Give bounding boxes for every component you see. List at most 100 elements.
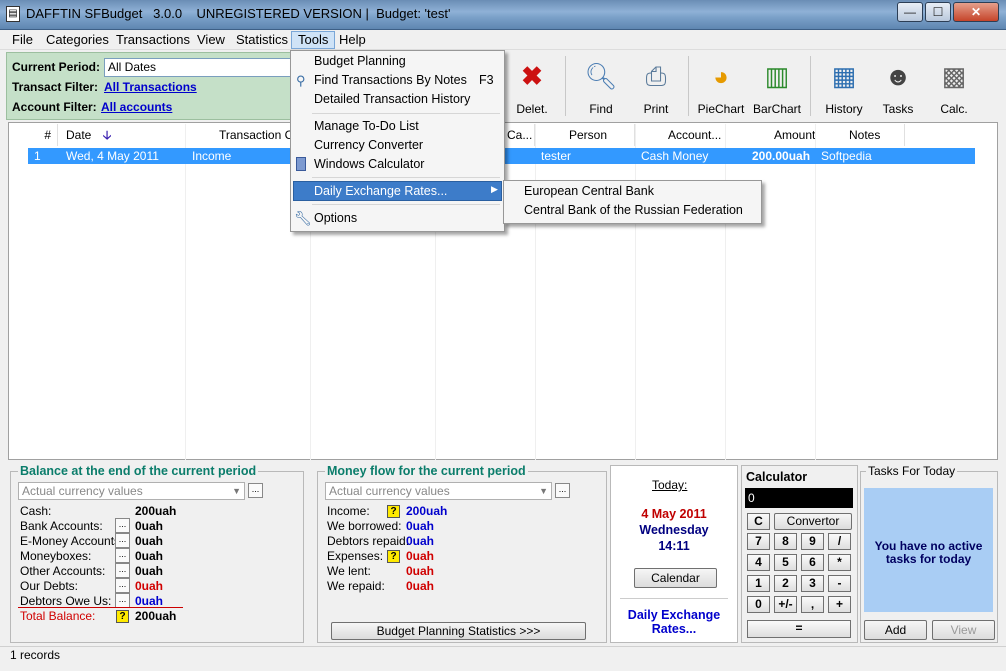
menu-transactions[interactable]: Transactions: [110, 32, 196, 50]
question-icon[interactable]: ?: [387, 505, 400, 518]
calc-key-equals[interactable]: =: [747, 620, 851, 638]
row-date: Wed, 4 May 2011: [66, 149, 159, 163]
calc-key-negate[interactable]: +/-: [774, 596, 797, 613]
menu-windows-calculator[interactable]: Windows Calculator: [314, 155, 424, 173]
calc-key-8[interactable]: 8: [774, 533, 797, 550]
history-button[interactable]: ▦ History: [814, 52, 874, 120]
menu-options[interactable]: Options: [314, 209, 357, 227]
calc-clear-button[interactable]: C: [747, 513, 770, 530]
menu-find-by-notes[interactable]: Find Transactions By Notes: [314, 71, 467, 89]
menu-view[interactable]: View: [191, 32, 231, 50]
grid-line: [635, 124, 636, 460]
calc-key-comma[interactable]: ,: [801, 596, 824, 613]
calc-key-9[interactable]: 9: [801, 533, 824, 550]
tasks-button[interactable]: ☻ Tasks: [868, 52, 928, 120]
title-bar[interactable]: ▤ DAFFTIN SFBudget 3.0.0 UNREGISTERED VE…: [0, 0, 1006, 30]
menu-detailed-history[interactable]: Detailed Transaction History: [314, 90, 470, 108]
emoney-details-button[interactable]: ...: [115, 533, 130, 548]
calc-key-1[interactable]: 1: [747, 575, 770, 592]
calc-key-6[interactable]: 6: [801, 554, 824, 571]
col-header-subcategory[interactable]: Ca...: [503, 124, 535, 146]
calculator-display[interactable]: 0: [745, 488, 853, 508]
view-task-button[interactable]: View: [932, 620, 995, 640]
submenu-ecb[interactable]: European Central Bank: [524, 182, 654, 200]
close-button[interactable]: ✕: [953, 2, 999, 22]
balance-title: Balance at the end of the current period: [18, 464, 259, 478]
today-date: 4 May 2011: [641, 507, 707, 521]
maximize-button[interactable]: ☐: [925, 2, 951, 22]
submenu-cbr[interactable]: Central Bank of the Russian Federation: [524, 201, 743, 219]
calc-key-plus[interactable]: +: [828, 596, 851, 613]
menu-separator: [312, 204, 500, 205]
menu-statistics[interactable]: Statistics: [230, 32, 294, 50]
question-icon[interactable]: ?: [116, 610, 129, 623]
calc-key-divide[interactable]: /: [828, 533, 851, 550]
calc-convertor-button[interactable]: Convertor: [774, 513, 852, 530]
delete-button[interactable]: ✖ Delet.: [502, 52, 562, 120]
pie-chart-icon: ◕: [713, 61, 729, 91]
balance-label-debtors: Debtors Owe Us:: [20, 594, 112, 608]
question-icon[interactable]: ?: [387, 550, 400, 563]
find-button[interactable]: 🔍︎ Find: [571, 52, 631, 120]
print-button[interactable]: ⎙ Print: [626, 52, 686, 120]
transact-filter-link[interactable]: All Transactions: [104, 80, 197, 94]
col-header-num[interactable]: #: [28, 124, 58, 146]
exchange-rates-link-line2[interactable]: Rates...: [610, 622, 738, 636]
person-note-icon: ☻: [884, 61, 912, 91]
delete-icon: ✖: [521, 61, 543, 91]
menu-todo-list[interactable]: Manage To-Do List: [314, 117, 419, 135]
col-header-account[interactable]: Account...: [664, 124, 726, 146]
col-header-date[interactable]: Date 🡣: [62, 124, 186, 146]
calc-label: Calc.: [940, 102, 968, 116]
minimize-button[interactable]: —: [897, 2, 923, 22]
calc-key-3[interactable]: 3: [801, 575, 824, 592]
calc-key-5[interactable]: 5: [774, 554, 797, 571]
add-task-button[interactable]: Add: [864, 620, 927, 640]
calendar-button[interactable]: Calendar: [634, 568, 717, 588]
barchart-button[interactable]: ▥ BarChart: [747, 52, 807, 120]
menu-currency-converter[interactable]: Currency Converter: [314, 136, 423, 154]
col-header-amount[interactable]: Amount: [770, 124, 816, 146]
status-bar: [0, 646, 1006, 671]
piechart-button[interactable]: ◕ PieChart: [691, 52, 751, 120]
moneyflow-currency-combo[interactable]: Actual currency values ▼: [325, 482, 552, 500]
moneyflow-more-button[interactable]: ...: [555, 483, 570, 498]
calc-key-2[interactable]: 2: [774, 575, 797, 592]
today-time: 14:11: [658, 539, 690, 553]
records-count: 1 records: [10, 648, 61, 662]
calc-key-minus[interactable]: -: [828, 575, 851, 592]
history-label: History: [825, 102, 863, 116]
calc-key-4[interactable]: 4: [747, 554, 770, 571]
grid-line: [815, 124, 816, 460]
calc-key-7[interactable]: 7: [747, 533, 770, 550]
period-label: Current Period:: [12, 60, 101, 74]
flow-label-borrowed: We borrowed:: [327, 519, 402, 533]
budget-stats-button[interactable]: Budget Planning Statistics >>>: [331, 622, 586, 640]
menu-help[interactable]: Help: [333, 32, 372, 50]
menu-tools[interactable]: Tools: [291, 31, 336, 49]
menu-categories[interactable]: Categories: [40, 32, 115, 50]
balance-more-button[interactable]: ...: [248, 483, 263, 498]
balance-label-emoney: E-Money Accounts:: [20, 534, 124, 548]
calc-key-0[interactable]: 0: [747, 596, 770, 613]
menu-file[interactable]: File: [6, 32, 39, 50]
balance-value-debtors: 0uah: [135, 594, 164, 608]
moneyboxes-details-button[interactable]: ...: [115, 548, 130, 563]
menu-daily-exchange-rates[interactable]: Daily Exchange Rates...: [314, 182, 447, 200]
col-header-person[interactable]: Person: [565, 124, 635, 146]
account-filter-link[interactable]: All accounts: [101, 100, 172, 114]
bank-details-button[interactable]: ...: [115, 518, 130, 533]
col-header-notes[interactable]: Notes: [845, 124, 905, 146]
menu-separator: [312, 177, 500, 178]
debtors-details-button[interactable]: ...: [115, 593, 130, 608]
balance-currency-combo[interactable]: Actual currency values ▼: [18, 482, 245, 500]
balance-label-bank: Bank Accounts:: [20, 519, 103, 533]
menu-budget-planning[interactable]: Budget Planning: [314, 52, 406, 70]
calc-key-multiply[interactable]: *: [828, 554, 851, 571]
calc-button[interactable]: ▩ Calc.: [924, 52, 984, 120]
other-details-button[interactable]: ...: [115, 563, 130, 578]
debts-details-button[interactable]: ...: [115, 578, 130, 593]
period-select[interactable]: All Dates: [104, 58, 294, 77]
print-label: Print: [643, 102, 669, 116]
exchange-rates-link-line1[interactable]: Daily Exchange: [610, 608, 738, 622]
